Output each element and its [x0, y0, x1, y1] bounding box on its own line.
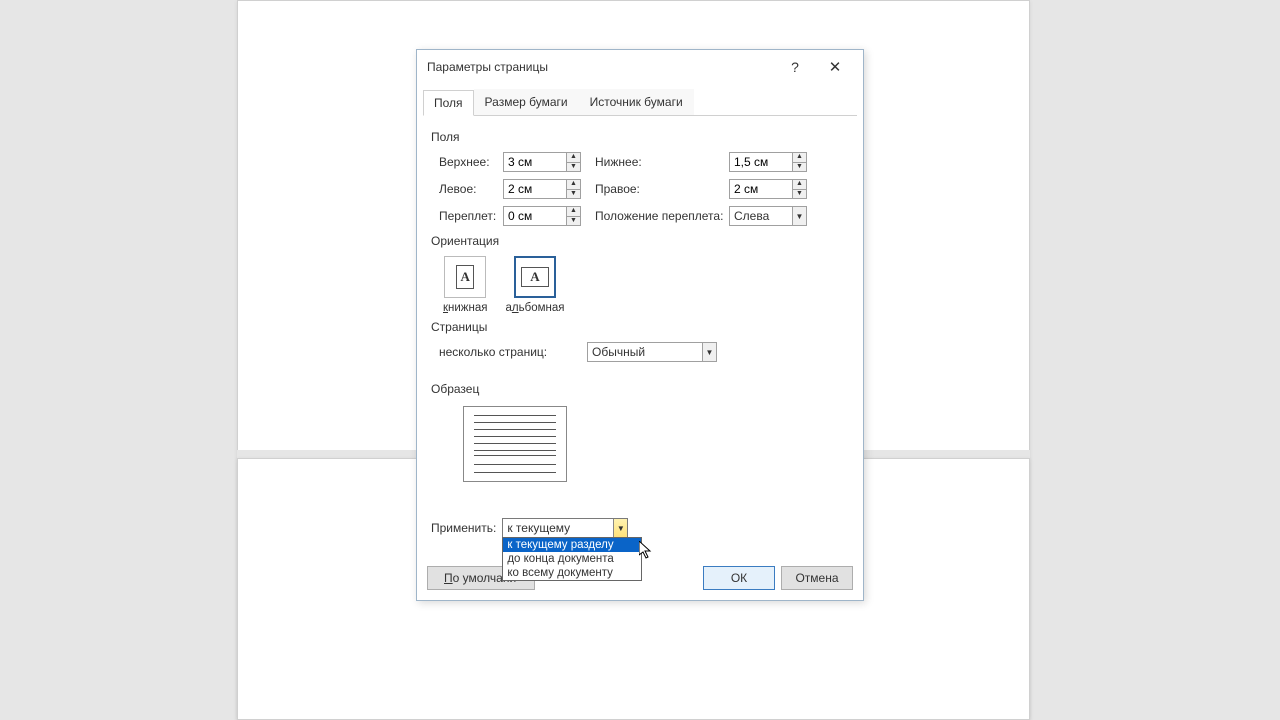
chevron-down-icon[interactable]: ▼ — [702, 343, 716, 361]
top-margin-label: Верхнее: — [439, 155, 503, 169]
page-setup-dialog: Параметры страницы ? ✕ Поля Размер бумаг… — [416, 49, 864, 601]
bottom-margin-label: Нижнее: — [581, 155, 729, 169]
chevron-down-icon[interactable]: ▼ — [613, 519, 627, 537]
left-margin-label: Левое: — [439, 182, 503, 196]
apply-option-current-section[interactable]: к текущему разделу — [503, 538, 641, 552]
apply-to-dropdown: к текущему разделу до конца документа ко… — [502, 537, 642, 581]
apply-to-select[interactable]: к текущему разделу ▼ к текущему разделу … — [502, 518, 628, 538]
right-margin-label: Правое: — [581, 182, 729, 196]
pages-section-label: Страницы — [431, 320, 849, 334]
spin-up-icon[interactable]: ▲ — [566, 180, 580, 190]
multiple-pages-select[interactable]: Обычный ▼ — [587, 342, 717, 362]
right-margin-stepper[interactable]: ▲▼ — [729, 179, 807, 199]
spin-down-icon[interactable]: ▼ — [566, 217, 580, 226]
spin-down-icon[interactable]: ▼ — [792, 190, 806, 199]
left-margin-stepper[interactable]: ▲▼ — [503, 179, 581, 199]
tab-paper-size[interactable]: Размер бумаги — [474, 89, 579, 115]
orientation-section-label: Ориентация — [431, 234, 849, 248]
apply-option-to-end[interactable]: до конца документа — [503, 552, 641, 566]
spin-up-icon[interactable]: ▲ — [566, 207, 580, 217]
ok-button[interactable]: ОК — [703, 566, 775, 590]
spin-down-icon[interactable]: ▼ — [792, 163, 806, 172]
gutter-label: Переплет: — [439, 209, 503, 223]
spin-down-icon[interactable]: ▼ — [566, 190, 580, 199]
landscape-label: альбомнаяальбомная — [505, 302, 564, 314]
margins-section-label: Поля — [431, 130, 849, 144]
spin-down-icon[interactable]: ▼ — [566, 163, 580, 172]
chevron-down-icon[interactable]: ▼ — [792, 207, 806, 225]
portrait-icon: A — [444, 256, 486, 298]
top-margin-stepper[interactable]: ▲▼ — [503, 152, 581, 172]
dialog-title: Параметры страницы — [425, 60, 775, 74]
apply-option-whole-doc[interactable]: ко всему документу — [503, 566, 641, 580]
help-button[interactable]: ? — [775, 53, 815, 81]
dialog-titlebar: Параметры страницы ? ✕ — [417, 50, 863, 83]
apply-to-label: Применить: — [431, 521, 496, 535]
spin-up-icon[interactable]: ▲ — [792, 180, 806, 190]
orientation-landscape-button[interactable]: A альбомнаяальбомная — [505, 256, 564, 314]
multiple-pages-label: несколько страниц: — [439, 345, 587, 359]
landscape-icon: A — [514, 256, 556, 298]
cancel-button[interactable]: Отмена — [781, 566, 853, 590]
orientation-portrait-button[interactable]: A ккнижнаянижная — [443, 256, 487, 314]
preview-thumbnail — [463, 406, 567, 482]
gutter-position-select[interactable]: Слева ▼ — [729, 206, 807, 226]
tab-margins[interactable]: Поля — [423, 90, 474, 116]
apply-to-value: к текущему разделу — [502, 518, 628, 538]
spin-up-icon[interactable]: ▲ — [566, 153, 580, 163]
gutter-position-label: Положение переплета: — [581, 209, 729, 223]
multiple-pages-value: Обычный — [587, 342, 717, 362]
bottom-margin-stepper[interactable]: ▲▼ — [729, 152, 807, 172]
gutter-stepper[interactable]: ▲▼ — [503, 206, 581, 226]
dialog-tabs: Поля Размер бумаги Источник бумаги — [423, 89, 857, 116]
tab-paper-source[interactable]: Источник бумаги — [579, 89, 694, 115]
dialog-body: Поля Верхнее: ▲▼ Нижнее: ▲▼ Левое: ▲▼ Пр… — [417, 116, 863, 538]
close-button[interactable]: ✕ — [815, 53, 855, 81]
portrait-label: ккнижнаянижная — [443, 302, 487, 314]
spin-up-icon[interactable]: ▲ — [792, 153, 806, 163]
preview-section-label: Образец — [431, 382, 849, 396]
